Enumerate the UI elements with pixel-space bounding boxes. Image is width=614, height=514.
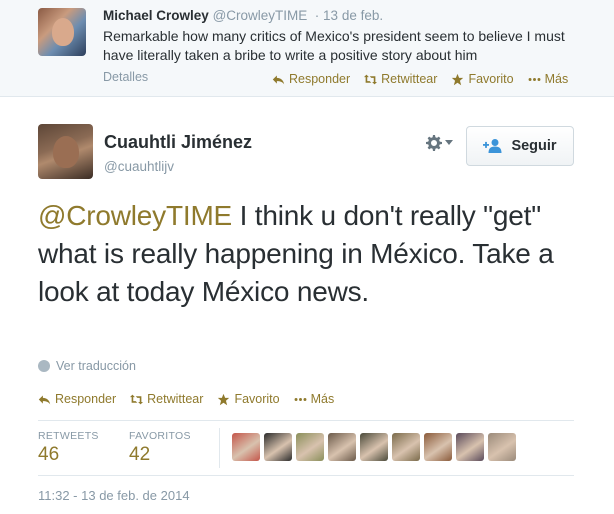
favoriter-avatar[interactable] bbox=[296, 433, 324, 461]
divider bbox=[38, 420, 574, 421]
add-user-icon bbox=[483, 139, 502, 153]
mention-link[interactable]: @CrowleyTIME bbox=[38, 200, 232, 231]
author-handle[interactable]: @cuauhtlijv bbox=[104, 159, 174, 174]
author-name[interactable]: Cuauhtli Jiménez bbox=[104, 132, 252, 153]
tweet-timestamp[interactable]: 11:32 - 13 de feb. de 2014 bbox=[38, 488, 190, 503]
details-link[interactable]: Detalles bbox=[103, 70, 148, 84]
reply-button[interactable]: Responder bbox=[272, 72, 350, 86]
favoriter-avatar[interactable] bbox=[392, 433, 420, 461]
reply-icon bbox=[38, 394, 51, 404]
favorite-label: Favorito bbox=[234, 392, 280, 406]
gear-icon bbox=[426, 135, 442, 151]
star-icon bbox=[452, 73, 464, 85]
retweet-label: Retwittear bbox=[147, 392, 204, 406]
retweet-label: Retwittear bbox=[381, 72, 438, 86]
more-label: Más bbox=[544, 72, 569, 86]
avatar[interactable] bbox=[38, 124, 93, 179]
favorites-count: 42 bbox=[129, 444, 151, 465]
globe-icon bbox=[38, 360, 50, 372]
retweet-button[interactable]: Retwittear bbox=[130, 392, 203, 406]
tweet-text: Remarkable how many critics of Mexico's … bbox=[103, 28, 565, 63]
tweet-actions: Responder Retwittear Favorito Más bbox=[38, 392, 334, 406]
author-name[interactable]: Michael Crowley bbox=[103, 8, 209, 23]
more-label: Más bbox=[310, 392, 335, 406]
favoriter-avatar[interactable] bbox=[360, 433, 388, 461]
more-icon bbox=[294, 397, 307, 401]
chevron-down-icon bbox=[445, 140, 453, 145]
tweet-text: @CrowleyTIME I think u don't really "get… bbox=[38, 197, 578, 311]
divider bbox=[38, 475, 574, 476]
divider bbox=[219, 428, 220, 468]
favoriter-avatar[interactable] bbox=[424, 433, 452, 461]
favoriter-avatar[interactable] bbox=[456, 433, 484, 461]
retweet-icon bbox=[130, 394, 144, 404]
retweet-button[interactable]: Retwittear bbox=[364, 72, 437, 86]
favoriter-avatar[interactable] bbox=[232, 433, 260, 461]
retweets-count: 46 bbox=[38, 444, 60, 465]
favorite-label: Favorito bbox=[468, 72, 514, 86]
reply-label: Responder bbox=[289, 72, 351, 86]
follow-button[interactable]: Seguir bbox=[466, 126, 574, 166]
tweet-actions: Responder Retwittear Favorito Más bbox=[272, 72, 568, 86]
reply-button[interactable]: Responder bbox=[38, 392, 116, 406]
favorites-label: FAVORITOS bbox=[129, 430, 191, 442]
retweets-stat[interactable]: RETWEETS 46 bbox=[38, 430, 99, 466]
user-actions-dropdown[interactable] bbox=[426, 135, 453, 151]
favoriter-avatar[interactable] bbox=[488, 433, 516, 461]
favorite-button[interactable]: Favorito bbox=[217, 392, 280, 406]
retweet-icon bbox=[364, 74, 378, 84]
star-icon bbox=[218, 393, 230, 405]
reply-label: Responder bbox=[55, 392, 117, 406]
favorite-button[interactable]: Favorito bbox=[451, 72, 514, 86]
retweets-label: RETWEETS bbox=[38, 430, 99, 442]
author-handle[interactable]: @CrowleyTIME bbox=[213, 8, 308, 23]
more-button[interactable]: Más bbox=[528, 72, 569, 86]
favoriter-avatar[interactable] bbox=[328, 433, 356, 461]
follow-label: Seguir bbox=[511, 138, 557, 154]
favorites-stat[interactable]: FAVORITOS 42 bbox=[129, 430, 191, 466]
avatar[interactable] bbox=[38, 8, 86, 56]
favoriter-avatar[interactable] bbox=[264, 433, 292, 461]
translate-label: Ver traducción bbox=[56, 359, 136, 373]
parent-tweet[interactable]: Michael Crowley @CrowleyTIME · 13 de feb… bbox=[0, 0, 614, 97]
more-icon bbox=[528, 77, 541, 81]
reply-icon bbox=[272, 74, 285, 84]
more-button[interactable]: Más bbox=[294, 392, 335, 406]
tweet-time[interactable]: · 13 de feb. bbox=[311, 8, 383, 23]
translate-link[interactable]: Ver traducción bbox=[38, 359, 136, 373]
parent-tweet-header: Michael Crowley @CrowleyTIME · 13 de feb… bbox=[103, 8, 383, 23]
favoriters-avatar-row bbox=[232, 433, 516, 461]
